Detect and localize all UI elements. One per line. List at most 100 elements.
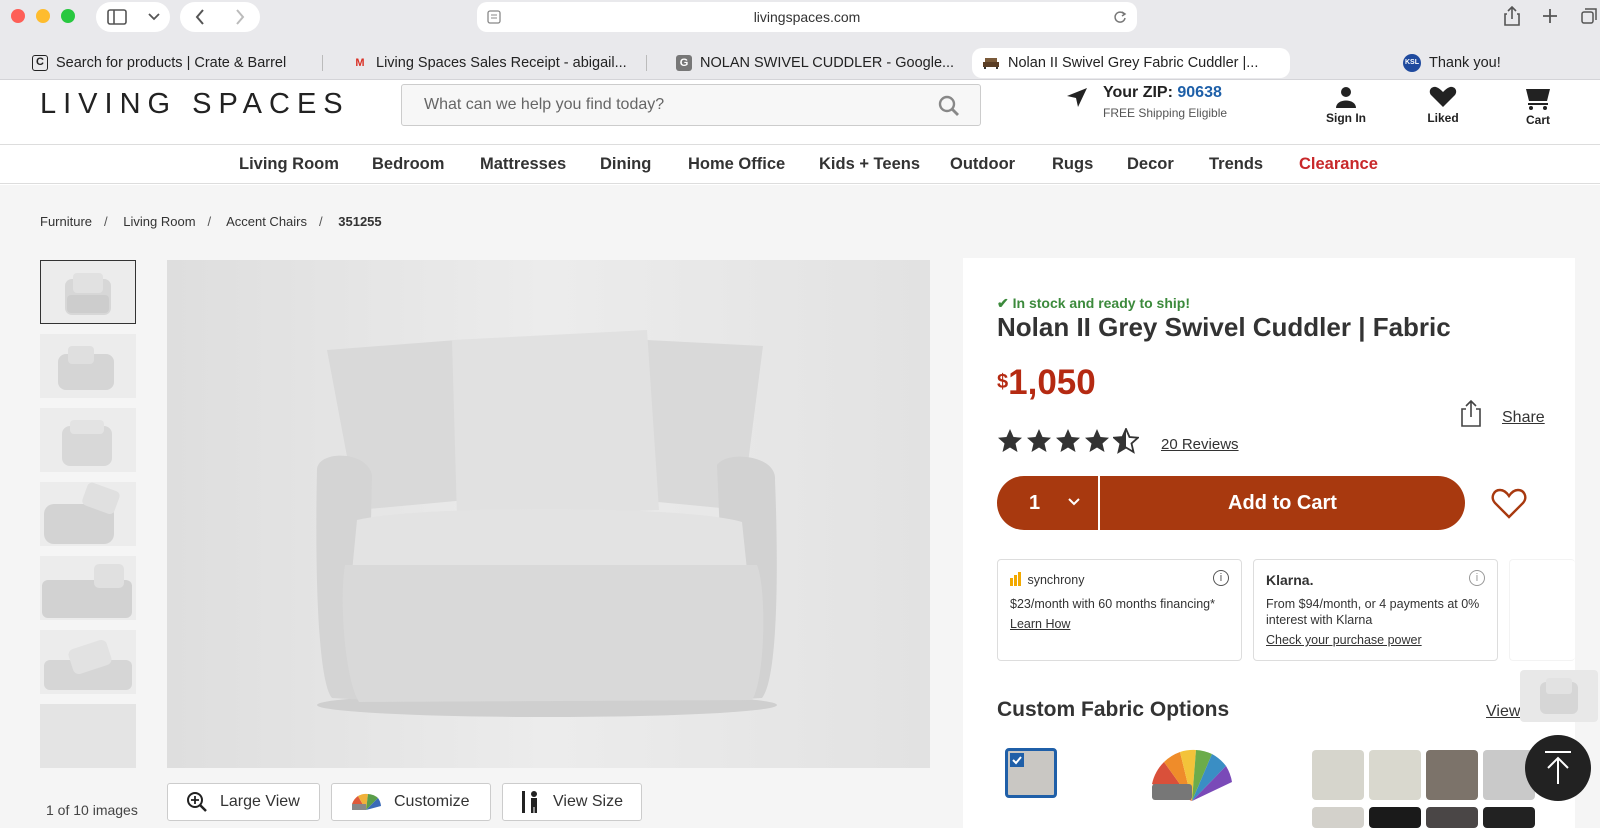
fabric-swatch[interactable] [1312,807,1364,828]
share-icon [1461,399,1481,427]
customize-button[interactable]: Customize [331,783,491,821]
minimize-window-button[interactable] [36,9,50,23]
search-input[interactable]: What can we help you find today? [401,84,981,126]
heart-outline-icon[interactable] [1491,488,1527,520]
star-full-icon [1056,429,1080,452]
zip-widget[interactable]: Your ZIP: 90638 FREE Shipping Eligible [1065,84,1227,120]
customize-label: Customize [394,793,470,810]
search-placeholder: What can we help you find today? [424,96,665,113]
rating-stars[interactable] [997,428,1139,454]
nav-trends[interactable]: Trends [1209,155,1263,174]
breadcrumb: Furniture / Living Room / Accent Chairs/ 3… [40,214,382,229]
large-view-button[interactable]: Large View [167,783,320,821]
thumbnail-6[interactable] [40,630,136,694]
chevron-down-icon [147,13,160,21]
reload-icon[interactable] [1113,10,1127,24]
gmail-favicon-icon: M [355,57,365,69]
google-favicon-icon: G [676,55,692,71]
fabric-swatch-selected[interactable] [1005,748,1057,798]
nav-mattresses[interactable]: Mattresses [480,155,566,174]
tab-divider [646,55,647,71]
tab-crate-barrel[interactable]: C Search for products | Crate & Barrel [32,48,322,78]
breadcrumb-furniture[interactable]: Furniture [40,214,92,229]
thumbnail-1[interactable] [40,260,136,324]
fabric-swatch[interactable] [1369,750,1421,800]
thumbnail-3[interactable] [40,408,136,472]
tab-label: Living Spaces Sales Receipt - abigail... [376,55,627,71]
heart-filled-icon [1429,86,1457,107]
new-tab-icon[interactable] [1542,8,1558,24]
nav-outdoor[interactable]: Outdoor [950,155,1015,174]
sidebar-toggle-button[interactable] [96,2,170,32]
thumbnail-5[interactable] [40,556,136,620]
share-icon[interactable] [1503,6,1521,26]
fabric-swatch[interactable] [1426,750,1478,800]
image-counter: 1 of 10 images [46,802,138,818]
learn-how-link[interactable]: Learn How [1010,616,1229,632]
tab-divider [322,55,323,71]
sign-in-link[interactable]: Sign In [1316,86,1376,125]
star-full-icon [1027,429,1051,452]
zoom-window-button[interactable] [61,9,75,23]
reviews-link[interactable]: 20 Reviews [1161,436,1239,453]
large-view-label: Large View [220,793,300,810]
cart-link[interactable]: Cart [1520,86,1556,127]
nav-home-office[interactable]: Home Office [688,155,785,174]
tab-ksl[interactable]: KSL Thank you! [1403,48,1563,78]
tab-google[interactable]: G NOLAN SWIVEL CUDDLER - Google... [676,48,956,78]
add-to-cart-button[interactable]: Add to Cart [1100,476,1465,530]
nav-bedroom[interactable]: Bedroom [372,155,444,174]
klarna-logo: Klarna. [1266,572,1314,588]
view-size-label: View Size [553,793,623,810]
view-size-button[interactable]: View Size [502,783,642,821]
thumbnail-7[interactable] [40,704,136,768]
nav-rugs[interactable]: Rugs [1052,155,1093,174]
back-icon[interactable] [195,9,205,25]
page: LIVING SPACES What can we help you find … [0,80,1600,828]
quantity-value: 1 [1029,492,1041,514]
address-bar[interactable]: livingspaces.com [477,2,1137,32]
tab-nolan-active[interactable]: Nolan II Swivel Grey Fabric Cuddler |... [972,48,1290,78]
breadcrumb-living-room[interactable]: Living Room [123,214,195,229]
reader-icon[interactable] [487,10,501,24]
fabric-swatch[interactable] [1426,807,1478,828]
star-full-icon [1085,429,1109,452]
fabric-swatch[interactable] [1312,750,1364,800]
fabric-swatch[interactable] [1369,807,1421,828]
zoom-in-icon [187,792,207,812]
breadcrumb-accent-chairs[interactable]: Accent Chairs [226,214,307,229]
share-button[interactable]: Share [1460,399,1545,432]
liked-link[interactable]: Liked [1418,86,1468,125]
thumbnail-2[interactable] [40,334,136,398]
nav-dining[interactable]: Dining [600,155,651,174]
site-logo[interactable]: LIVING SPACES [40,88,350,121]
search-icon[interactable] [938,95,960,117]
scroll-to-top-button[interactable] [1525,735,1591,801]
fabric-swatch[interactable] [1483,807,1535,828]
thumbnail-4[interactable] [40,482,136,546]
nav-clearance[interactable]: Clearance [1299,155,1378,174]
fabric-fan-icon[interactable] [1150,746,1234,804]
cart-label: Cart [1525,113,1550,127]
product-image[interactable] [167,260,930,768]
zip-value[interactable]: 90638 [1177,84,1222,101]
product-details-panel: ✔ In stock and ready to ship! Nolan II G… [963,258,1575,828]
tab-overview-icon[interactable] [1581,8,1597,24]
affirm-financing-card [1509,559,1575,661]
tab-gmail[interactable]: M Living Spaces Sales Receipt - abigail.… [352,48,642,78]
info-icon[interactable]: i [1213,570,1229,586]
sticky-product-thumbnail[interactable] [1520,670,1598,722]
quantity-select[interactable]: 1 [997,476,1098,530]
browser-chrome: livingspaces.com C Search for products |… [0,0,1600,80]
chevron-down-icon [1068,498,1080,506]
info-icon[interactable]: i [1469,570,1485,586]
checkmark-icon: ✔ [997,295,1009,311]
check-purchase-power-link[interactable]: Check your purchase power [1266,632,1485,648]
forward-icon[interactable] [235,9,245,25]
nav-living-room[interactable]: Living Room [239,155,339,174]
share-label: Share [1502,409,1545,426]
nav-kids-teens[interactable]: Kids + Teens [819,155,920,174]
synchrony-offer-text: $23/month with 60 months financing* [1010,597,1215,611]
nav-decor[interactable]: Decor [1127,155,1174,174]
close-window-button[interactable] [11,9,25,23]
